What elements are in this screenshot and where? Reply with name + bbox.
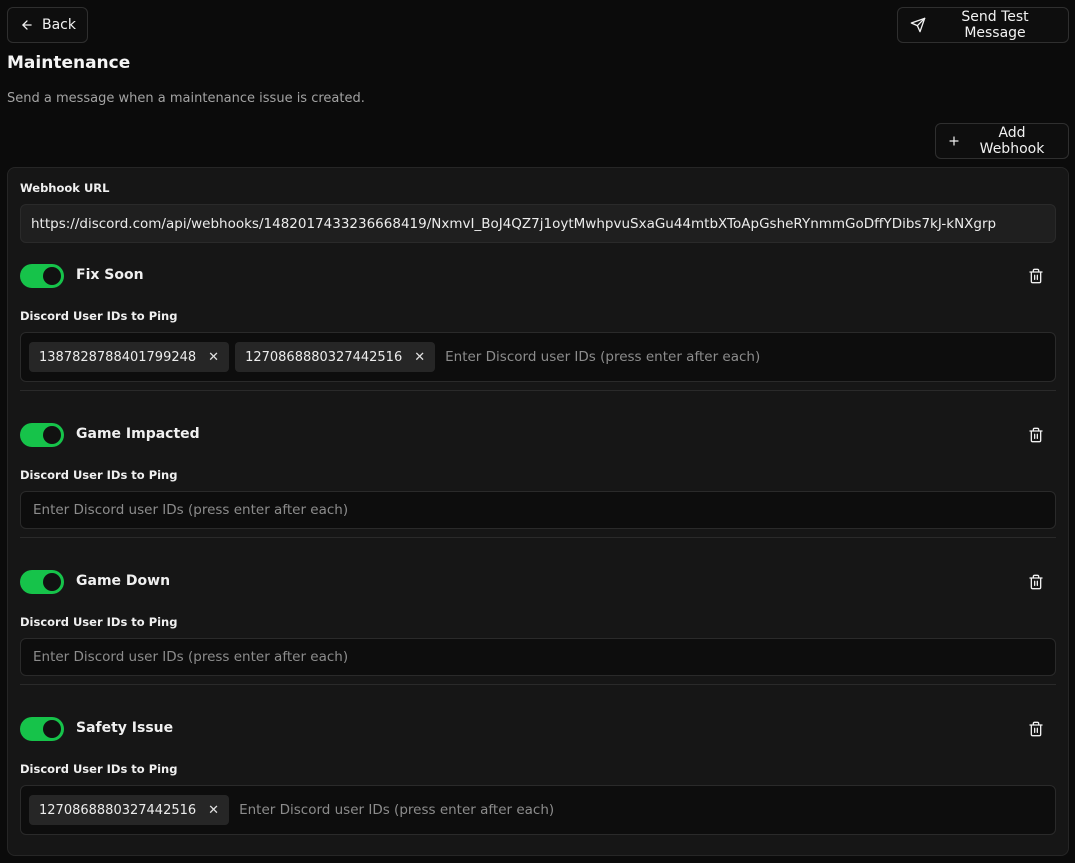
divider [20, 537, 1056, 538]
send-icon [910, 17, 926, 33]
user-id-tag-value: 1270868880327442516 [245, 349, 403, 365]
toggle-game-down[interactable] [20, 570, 64, 594]
page-subtitle: Send a message when a maintenance issue … [7, 91, 365, 106]
add-webhook-label: Add Webhook [979, 125, 1045, 157]
trash-icon[interactable] [1028, 268, 1044, 284]
ping-input-game-impacted [20, 491, 1056, 529]
ping-label-game-down: Discord User IDs to Ping [20, 615, 178, 629]
user-id-tag: 1270868880327442516 ✕ [29, 795, 230, 825]
user-id-input[interactable] [235, 795, 1047, 825]
trash-icon[interactable] [1028, 574, 1044, 590]
ping-input-fix-soon: 1387828788401799248 ✕ 127086888032744251… [20, 332, 1056, 382]
trash-icon[interactable] [1028, 427, 1044, 443]
ping-label-game-impacted: Discord User IDs to Ping [20, 468, 178, 482]
category-name-safety-issue: Safety Issue [76, 720, 174, 736]
divider [20, 684, 1056, 685]
category-name-game-down: Game Down [76, 573, 171, 589]
send-test-message-label: Send Test Message [961, 9, 1029, 41]
ping-label-fix-soon: Discord User IDs to Ping [20, 309, 178, 323]
toggle-knob [43, 426, 61, 444]
x-icon[interactable]: ✕ [208, 803, 219, 818]
add-webhook-button[interactable]: Add Webhook [935, 123, 1069, 159]
user-id-tag: 1387828788401799248 ✕ [29, 342, 230, 372]
toggle-game-impacted[interactable] [20, 423, 64, 447]
x-icon[interactable]: ✕ [208, 350, 219, 365]
toggle-knob [43, 573, 61, 591]
toggle-knob [43, 720, 61, 738]
webhook-settings-page: Back Send Test Message Maintenance Send … [0, 0, 1075, 863]
ping-input-game-down [20, 638, 1056, 676]
user-id-input[interactable] [29, 495, 1047, 525]
user-id-input[interactable] [441, 342, 1047, 372]
arrow-left-icon [22, 20, 32, 30]
user-id-tag-value: 1270868880327442516 [39, 802, 197, 818]
webhook-url-field[interactable]: https://discord.com/api/webhooks/1482017… [20, 204, 1056, 243]
back-button[interactable]: Back [7, 7, 88, 43]
user-id-input[interactable] [29, 642, 1047, 672]
x-icon[interactable]: ✕ [414, 350, 425, 365]
plus-icon [949, 136, 959, 146]
divider [20, 390, 1056, 391]
toggle-safety-issue[interactable] [20, 717, 64, 741]
category-name-fix-soon: Fix Soon [76, 267, 144, 283]
trash-icon[interactable] [1028, 721, 1044, 737]
webhook-url-value: https://discord.com/api/webhooks/1482017… [31, 215, 997, 232]
page-title: Maintenance [7, 53, 131, 73]
ping-label-safety-issue: Discord User IDs to Ping [20, 762, 178, 776]
toggle-knob [43, 267, 61, 285]
user-id-tag: 1270868880327442516 ✕ [235, 342, 436, 372]
user-id-tag-value: 1387828788401799248 [39, 349, 197, 365]
toggle-fix-soon[interactable] [20, 264, 64, 288]
ping-input-safety-issue: 1270868880327442516 ✕ [20, 785, 1056, 835]
category-name-game-impacted: Game Impacted [76, 426, 200, 442]
webhook-url-label: Webhook URL [20, 181, 110, 195]
send-test-message-button[interactable]: Send Test Message [897, 7, 1069, 43]
back-button-label: Back [42, 17, 76, 33]
